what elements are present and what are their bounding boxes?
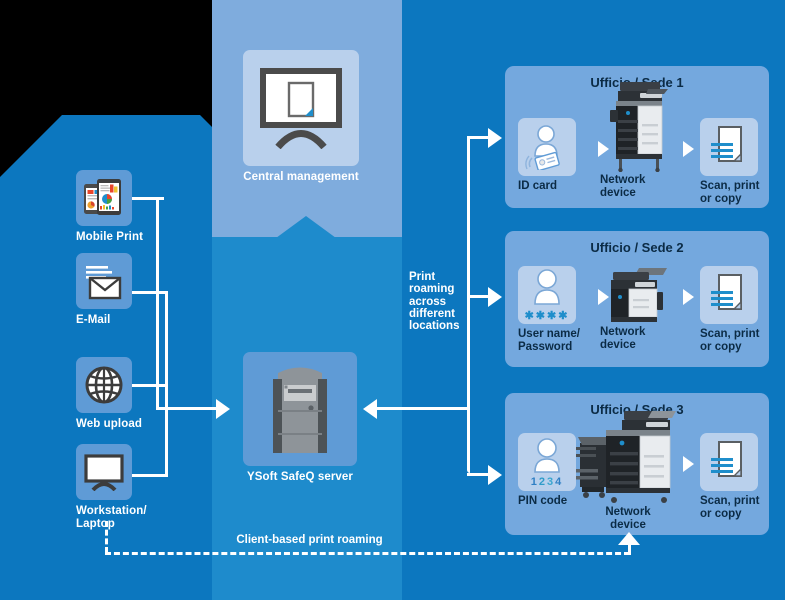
arrow-to-server — [216, 399, 230, 419]
node-label: YSoft SafeQ server — [247, 471, 353, 483]
wire-offices-trunk — [467, 136, 470, 473]
wire-trunk-upper — [156, 197, 159, 409]
office-panel-2[interactable]: Ufficio / Sede 2 ✱✱✱✱ User name/ Passwor… — [505, 231, 769, 367]
wire-branch-office-1 — [467, 136, 490, 139]
office-3-output-label: Scan, print or copy — [700, 495, 760, 520]
office-3-output[interactable]: Scan, print or copy — [700, 433, 770, 520]
wire-branch-office-2 — [467, 295, 490, 298]
mfp-small-tile — [600, 264, 676, 324]
wire-workstation-riser — [165, 384, 168, 476]
office-2-auth[interactable]: ✱✱✱✱ User name/ Password — [518, 266, 598, 353]
office-3-device[interactable]: Network device — [573, 405, 683, 531]
wire-mobile-print — [132, 197, 164, 200]
mobile-print-icon — [83, 178, 125, 218]
node-central-management[interactable]: Central management — [243, 50, 359, 184]
office-1-device[interactable]: Network device — [600, 76, 676, 199]
workstation-tile — [76, 444, 132, 500]
office-1-arrow-2 — [683, 141, 694, 157]
arrow-office-1 — [488, 128, 502, 148]
office-1-output-label: Scan, print or copy — [700, 180, 760, 205]
wire-workstation — [132, 474, 168, 477]
mobile-print-tile — [76, 170, 132, 226]
pin-code-tile: 1234 — [518, 433, 576, 491]
documents-tile — [700, 433, 758, 491]
mfp-finisher-tile — [573, 405, 683, 505]
office-2-device[interactable]: Network device — [600, 264, 676, 351]
office-1-output[interactable]: Scan, print or copy — [700, 118, 770, 205]
office-2-device-label: Network device — [600, 326, 646, 351]
office-3-device-label: Network device — [605, 506, 651, 531]
central-management-tile — [243, 50, 359, 166]
user-password-tile: ✱✱✱✱ — [518, 266, 576, 324]
node-label: E-Mail — [76, 314, 111, 326]
email-icon — [83, 262, 125, 300]
user-password-icon — [529, 268, 565, 308]
node-label: Workstation/ Laptop — [76, 505, 147, 530]
office-2-output[interactable]: Scan, print or copy — [700, 266, 770, 353]
workstation-icon — [83, 453, 125, 491]
office-1-auth[interactable]: ID card — [518, 118, 588, 193]
wire-branch-office-3 — [467, 473, 490, 476]
id-card-user-icon — [525, 124, 569, 170]
client-roaming-label: Client-based print roaming — [236, 534, 383, 546]
roaming-line-5: locations — [409, 320, 460, 333]
dashed-client-roaming-line — [105, 552, 630, 555]
pin-digits: 1234 — [530, 475, 564, 488]
monitor-document-icon — [258, 67, 344, 149]
server-tower-icon — [262, 363, 338, 455]
node-label: Mobile Print — [76, 231, 144, 243]
roaming-line-4: different — [409, 307, 455, 320]
arrow-to-server-from-offices — [363, 399, 377, 419]
documents-tile — [700, 266, 758, 324]
roaming-line-2: roaming — [409, 283, 455, 296]
dashed-riser-left — [105, 521, 108, 553]
office-1-auth-label: ID card — [518, 180, 557, 192]
band-notch-triangle — [276, 216, 336, 238]
pin-code-user-icon — [529, 437, 565, 475]
office-2-output-label: Scan, print or copy — [700, 328, 760, 353]
documents-icon — [707, 438, 751, 486]
mfp-large-tile — [600, 76, 676, 172]
office-2-auth-label: User name/ Password — [518, 328, 581, 353]
office-panel-3[interactable]: Ufficio / Sede 3 1234 PIN code Network d… — [505, 393, 769, 535]
documents-icon — [707, 271, 751, 319]
wire-to-server — [156, 407, 218, 410]
node-label: Web upload — [76, 418, 142, 430]
arrow-office-3 — [488, 465, 502, 485]
wire-offices-return — [377, 407, 469, 410]
web-upload-tile — [76, 357, 132, 413]
office-1-device-label: Network device — [600, 174, 646, 199]
print-roaming-label: Print roaming across different locations — [409, 271, 467, 332]
roaming-line-3: across — [409, 295, 447, 308]
mfp-large-icon — [606, 80, 670, 172]
arrow-client-roaming-up — [618, 532, 640, 545]
wire-web-upload — [132, 384, 168, 387]
office-title: Ufficio / Sede 2 — [590, 240, 684, 255]
id-card-tile — [518, 118, 576, 176]
dashed-riser-right — [628, 545, 631, 555]
office-2-arrow-2 — [683, 289, 694, 305]
documents-icon — [707, 123, 751, 171]
office-panel-1[interactable]: Ufficio / Sede 1 — [505, 66, 769, 208]
office-3-arrow-2 — [683, 456, 694, 472]
node-mobile-print[interactable]: Mobile Print — [76, 170, 168, 244]
mfp-finisher-icon — [576, 407, 680, 505]
email-tile — [76, 253, 132, 309]
documents-tile — [700, 118, 758, 176]
password-mask: ✱✱✱✱ — [524, 310, 570, 322]
node-safeq-server[interactable]: YSoft SafeQ server — [243, 352, 357, 484]
node-workstation[interactable]: Workstation/ Laptop — [76, 444, 168, 530]
node-web-upload[interactable]: Web upload — [76, 357, 168, 431]
arrow-office-2 — [488, 287, 502, 307]
node-label: Central management — [243, 171, 359, 183]
wire-email — [132, 291, 168, 294]
globe-icon — [84, 365, 124, 405]
diagram-canvas: Mobile Print E-Mail Web upload Workstati… — [0, 0, 785, 600]
roaming-line-1: Print — [409, 271, 436, 283]
node-email[interactable]: E-Mail — [76, 253, 168, 327]
safeq-server-tile — [243, 352, 357, 466]
mfp-small-icon — [605, 266, 671, 324]
